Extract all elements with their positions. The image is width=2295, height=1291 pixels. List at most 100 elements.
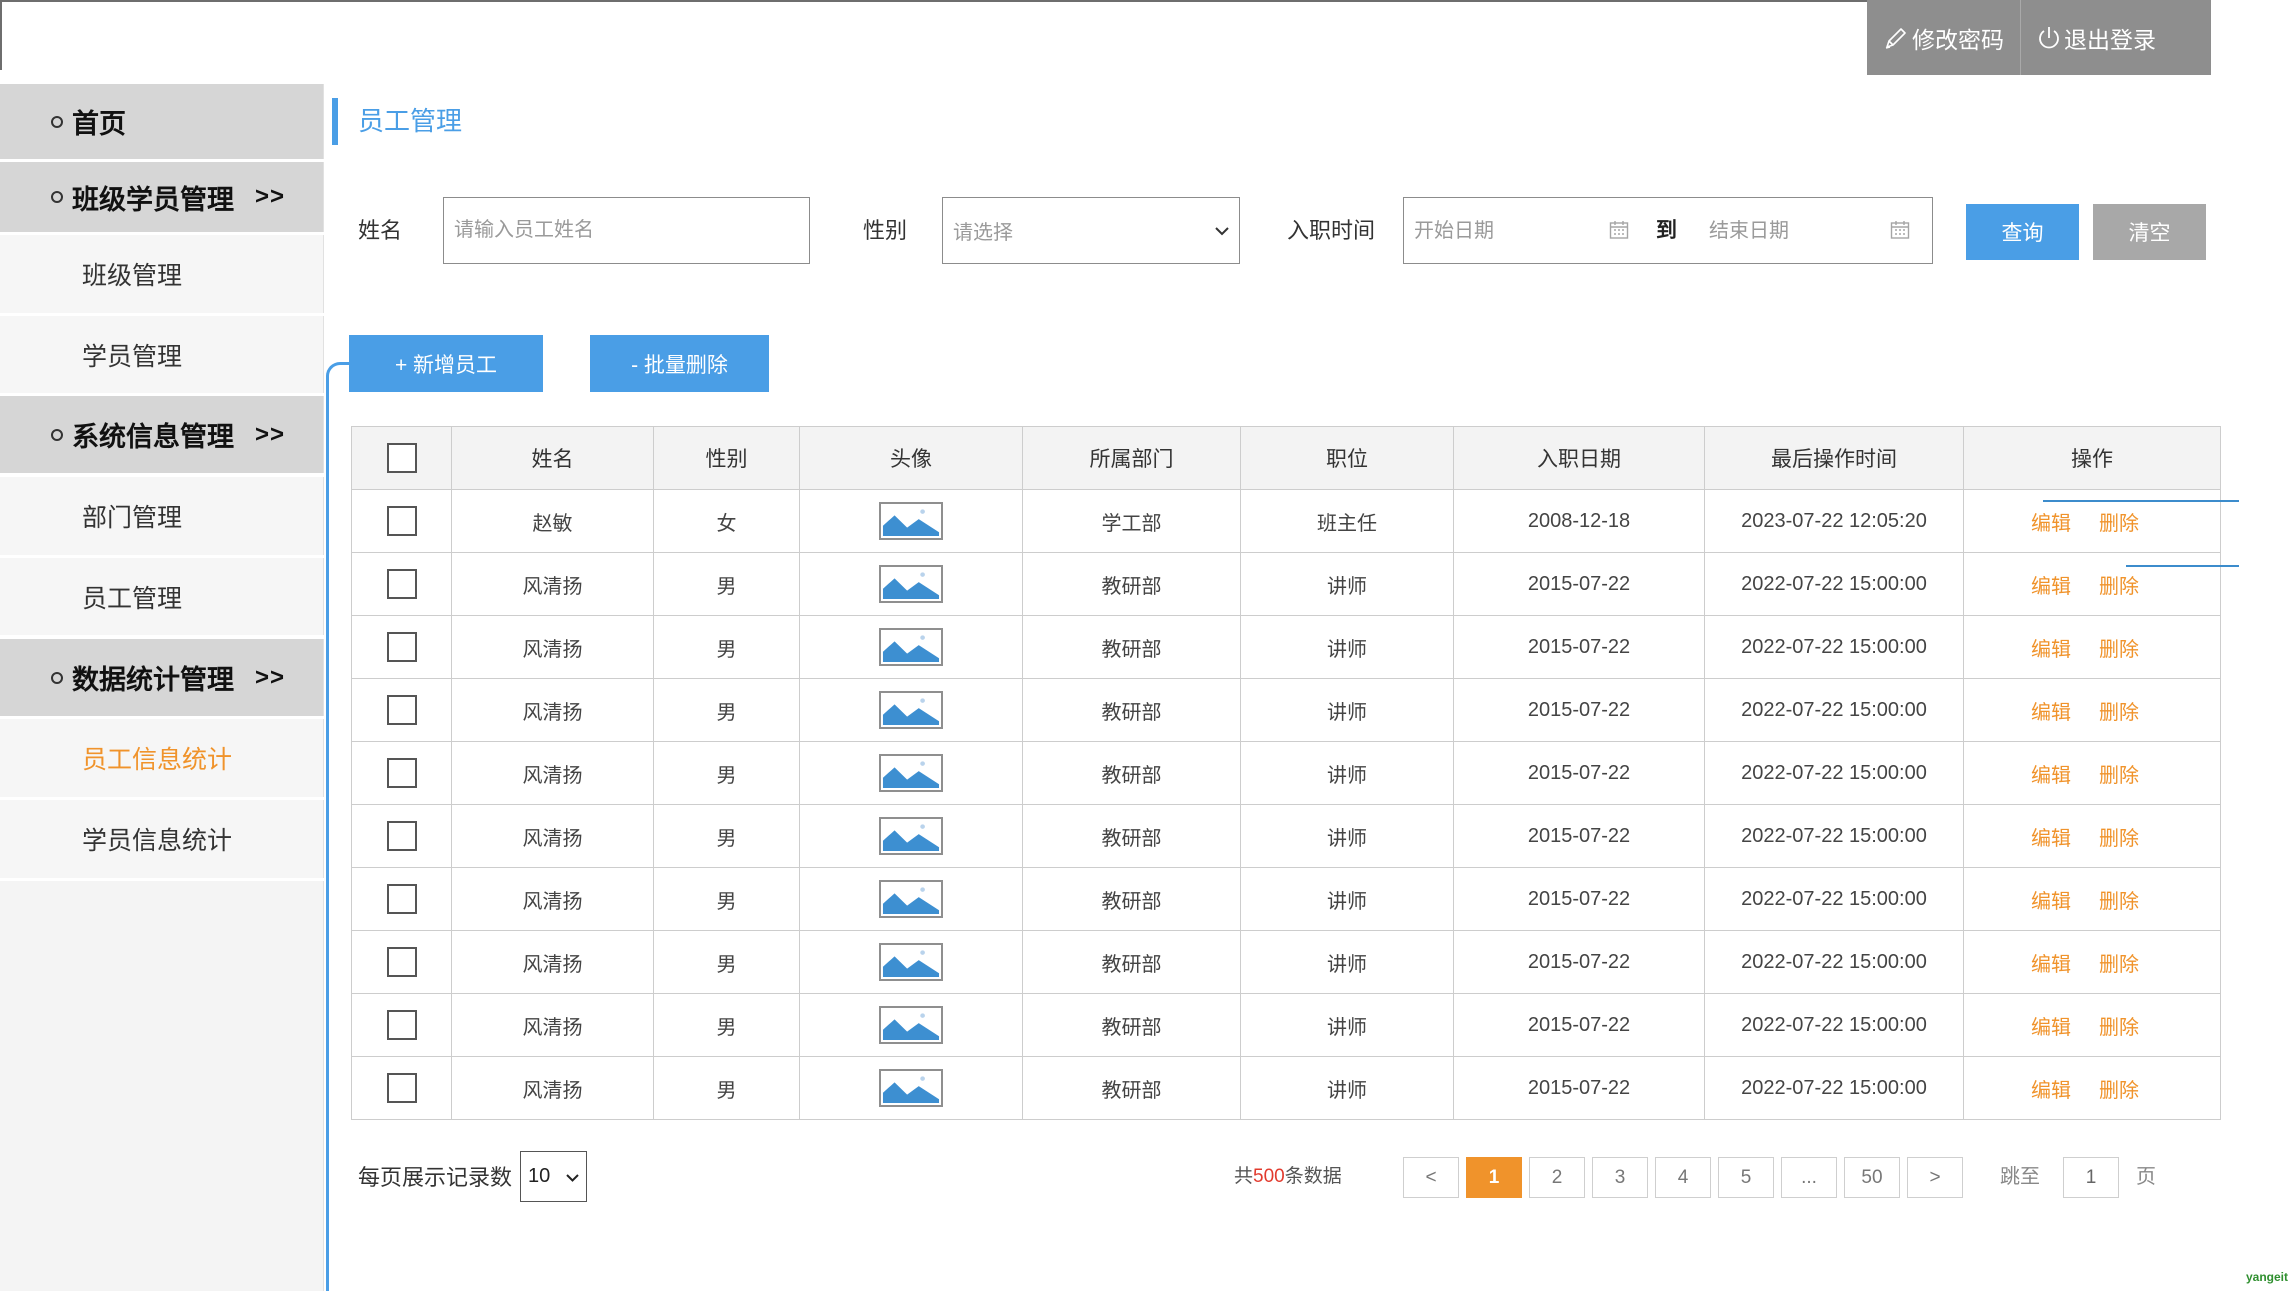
edit-button[interactable]: 编辑	[2031, 885, 2071, 914]
delete-button[interactable]: 删除	[2099, 1011, 2139, 1040]
delete-button[interactable]: 删除	[2099, 633, 2139, 662]
page-button[interactable]: 3	[1592, 1157, 1648, 1198]
clear-button[interactable]: 清空	[2093, 204, 2206, 260]
row-checkbox[interactable]	[386, 947, 417, 977]
query-button[interactable]: 查询	[1966, 204, 2079, 260]
date-range-separator: 到	[1656, 219, 1677, 242]
pencil-icon	[1883, 25, 1909, 51]
edit-button[interactable]: 编辑	[2031, 507, 2071, 536]
page-button[interactable]: 4	[1655, 1157, 1711, 1198]
employee-gender: 男	[653, 867, 800, 931]
employee-name: 风清扬	[451, 678, 654, 742]
gender-select[interactable]: 请选择	[942, 197, 1240, 264]
row-checkbox[interactable]	[386, 1010, 417, 1040]
row-checkbox[interactable]	[386, 758, 417, 788]
row-checkbox[interactable]	[386, 884, 417, 914]
row-checkbox[interactable]	[386, 1073, 417, 1103]
sidebar-item-student-statistics[interactable]: 学员信息统计	[0, 800, 324, 878]
end-date-input[interactable]	[1709, 208, 1884, 254]
employee-name: 风清扬	[451, 741, 654, 805]
change-password-button[interactable]: 修改密码	[1867, 0, 2020, 75]
delete-button[interactable]: 删除	[2099, 570, 2139, 599]
sidebar-group-class-student[interactable]: 班级学员管理 >>	[0, 162, 324, 232]
page-size-label: 每页展示记录数	[358, 1165, 513, 1190]
column-header-avatar: 头像	[799, 426, 1023, 490]
employee-last-operation: 2022-07-22 15:00:00	[1704, 930, 1964, 994]
edit-button[interactable]: 编辑	[2031, 1074, 2071, 1103]
jump-page-input[interactable]	[2063, 1157, 2119, 1198]
employee-avatar-cell	[799, 489, 1023, 553]
row-checkbox[interactable]	[386, 569, 417, 599]
employee-position: 讲师	[1240, 1056, 1454, 1120]
page-button[interactable]: 50	[1844, 1157, 1900, 1198]
page-button[interactable]: 2	[1529, 1157, 1585, 1198]
batch-delete-button[interactable]: - 批量删除	[590, 335, 769, 392]
delete-button[interactable]: 删除	[2099, 822, 2139, 851]
row-actions: 编辑 删除	[1963, 741, 2221, 805]
content-bracket-line	[326, 362, 349, 1291]
sidebar-item-employee-statistics[interactable]: 员工信息统计	[0, 719, 324, 797]
image-placeholder-icon	[879, 880, 943, 918]
sidebar-group-data-statistics[interactable]: 数据统计管理 >>	[0, 639, 324, 716]
edit-button[interactable]: 编辑	[2031, 570, 2071, 599]
row-checkbox[interactable]	[386, 695, 417, 725]
employee-name: 风清扬	[451, 867, 654, 931]
employee-hire-date: 2015-07-22	[1453, 867, 1705, 931]
row-select-cell	[351, 867, 452, 931]
select-all-checkbox[interactable]	[386, 443, 417, 473]
start-date-input[interactable]	[1414, 208, 1589, 254]
table-body: 赵敏女学工部 班主任 2008-12-18 2023-07-22 12:05:20 编辑…	[351, 489, 2221, 1120]
image-placeholder-icon	[879, 1069, 943, 1107]
delete-button[interactable]: 删除	[2099, 696, 2139, 725]
logout-button[interactable]: 退出登录	[2020, 0, 2172, 75]
employee-hire-date: 2015-07-22	[1453, 741, 1705, 805]
delete-button[interactable]: 删除	[2099, 759, 2139, 788]
image-placeholder-icon	[879, 628, 943, 666]
column-header-last-operation: 最后操作时间	[1704, 426, 1964, 490]
column-header-actions: 操作	[1963, 426, 2221, 490]
edit-button[interactable]: 编辑	[2031, 633, 2071, 662]
employee-last-operation: 2022-07-22 15:00:00	[1704, 552, 1964, 616]
sidebar-item-employee-management[interactable]: 员工管理	[0, 558, 324, 635]
employee-department: 教研部	[1022, 615, 1241, 679]
employee-avatar-cell	[799, 993, 1023, 1057]
edit-button[interactable]: 编辑	[2031, 759, 2071, 788]
page-ellipsis[interactable]: ...	[1781, 1157, 1837, 1198]
employee-hire-date: 2008-12-18	[1453, 489, 1705, 553]
employee-name: 赵敏	[451, 489, 654, 553]
add-employee-button[interactable]: + 新增员工	[349, 335, 543, 392]
sidebar-item-student-management[interactable]: 学员管理	[0, 316, 324, 393]
gender-select-value: 请选择	[953, 222, 1013, 244]
page-button[interactable]: 5	[1718, 1157, 1774, 1198]
employee-department: 教研部	[1022, 741, 1241, 805]
delete-button[interactable]: 删除	[2099, 885, 2139, 914]
row-checkbox[interactable]	[386, 506, 417, 536]
edit-button[interactable]: 编辑	[2031, 822, 2071, 851]
delete-button[interactable]: 删除	[2099, 507, 2139, 536]
calendar-icon[interactable]	[1890, 220, 1910, 245]
row-checkbox[interactable]	[386, 632, 417, 662]
calendar-icon[interactable]	[1609, 220, 1629, 245]
page-size-select[interactable]: 10	[520, 1151, 587, 1202]
employee-name: 风清扬	[451, 552, 654, 616]
edit-button[interactable]: 编辑	[2031, 948, 2071, 977]
delete-button[interactable]: 删除	[2099, 1074, 2139, 1103]
delete-button[interactable]: 删除	[2099, 948, 2139, 977]
sidebar-item-class-management[interactable]: 班级管理	[0, 235, 324, 313]
sidebar-item-department-management[interactable]: 部门管理	[0, 477, 324, 555]
employee-position: 班主任	[1240, 489, 1454, 553]
sidebar-item-home[interactable]: 首页	[0, 84, 324, 159]
sidebar-group-system-info[interactable]: 系统信息管理 >>	[0, 396, 324, 473]
employee-department: 教研部	[1022, 930, 1241, 994]
edit-button[interactable]: 编辑	[2031, 1011, 2071, 1040]
prev-page-button[interactable]: <	[1403, 1157, 1459, 1198]
employee-name: 风清扬	[451, 1056, 654, 1120]
edit-button[interactable]: 编辑	[2031, 696, 2071, 725]
column-header-gender: 性别	[653, 426, 800, 490]
row-checkbox[interactable]	[386, 821, 417, 851]
page-button[interactable]: 1	[1466, 1157, 1522, 1198]
name-input[interactable]	[443, 197, 810, 264]
next-page-button[interactable]: >	[1907, 1157, 1963, 1198]
pagination: <1 2 3 4 5... 50 >	[1403, 1157, 1963, 1198]
employee-gender: 男	[653, 741, 800, 805]
